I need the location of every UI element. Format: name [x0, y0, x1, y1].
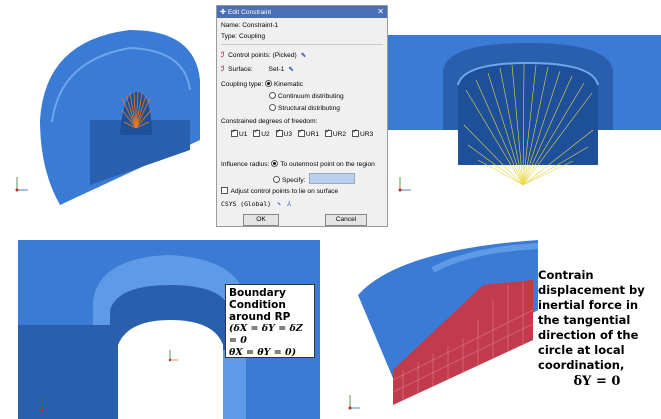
- name-label: Name:: [221, 22, 241, 29]
- model-render-1: [15, 30, 200, 205]
- divider: [221, 44, 383, 45]
- radio-continuum[interactable]: [269, 92, 276, 99]
- adjust-label: Adjust control points to lie on surface: [230, 188, 339, 195]
- coupling-type-label: Coupling type:: [221, 81, 264, 88]
- tangential-constraint-note: Contrain displacement by inertial force …: [538, 268, 656, 416]
- dof-checkbox-row: U1 U2 U3 UR1 UR2 UR3: [231, 128, 377, 138]
- adjust-row: Adjust control points to lie on surface: [221, 187, 338, 195]
- flange-body: [40, 30, 200, 205]
- cut-face: [18, 325, 118, 419]
- abaqus-app-icon: ✚: [220, 9, 226, 16]
- dialog-title: Edit Constraint: [227, 8, 272, 16]
- control-points-value: (Picked): [272, 52, 297, 59]
- surface-row: ℐ Surface: Set-1 ⬉: [221, 65, 294, 73]
- checkbox-u3[interactable]: [275, 128, 283, 137]
- viewport-top-left: [0, 0, 215, 215]
- specify-radius-input[interactable]: [309, 173, 356, 184]
- checkbox-adjust[interactable]: [221, 187, 228, 194]
- model-render-2: [388, 35, 661, 192]
- dof-u1-label: U1: [239, 131, 248, 138]
- control-points-row: ℐ Control points: (Picked) ⬉: [221, 51, 306, 59]
- coupling-structural-row: Structural distributing: [269, 104, 340, 112]
- checkbox-ur1[interactable]: [297, 128, 305, 137]
- radio-continuum-label: Continuum distributing: [278, 93, 344, 100]
- note-line-2: displacement by: [538, 283, 645, 297]
- bc-line-3: around RP: [229, 311, 291, 323]
- dof-u3-label: U3: [283, 131, 292, 138]
- type-row: Type: Coupling: [221, 33, 265, 40]
- radio-specify-label: Specify:: [282, 177, 306, 184]
- bc-line-1: Boundary: [229, 287, 286, 299]
- checkbox-ur2[interactable]: [324, 128, 332, 137]
- control-points-icon: ℐ: [221, 52, 225, 59]
- checkbox-ur3[interactable]: [351, 128, 359, 137]
- viewport-top-right: [388, 35, 661, 200]
- surface-label: Surface:: [228, 66, 253, 73]
- note-line-4: the tangential: [538, 313, 631, 327]
- name-row: Name: Constraint-1: [221, 22, 278, 29]
- model-render-4: [348, 240, 538, 419]
- coupling-continuum-row: Continuum distributing: [269, 92, 344, 100]
- type-value: Coupling: [238, 33, 266, 40]
- csys-label: CSYS (Global): [221, 200, 272, 208]
- surface-value: Set-1: [268, 66, 285, 73]
- radio-structural-label: Structural distributing: [278, 105, 340, 112]
- radio-kinematic-label: Kinematic: [274, 81, 303, 88]
- influence-radius-row: Influence radius: To outermost point on …: [221, 160, 375, 168]
- triad-1: [15, 177, 28, 192]
- close-icon[interactable]: ✕: [377, 7, 384, 16]
- checkbox-u1[interactable]: [231, 128, 238, 137]
- dof-ur3-label: UR3: [359, 131, 374, 138]
- bore: [458, 63, 598, 165]
- note-line-7: coordination,: [538, 358, 625, 372]
- dof-ur2-label: UR2: [332, 131, 347, 138]
- dof-label: Constrained degrees of freedom:: [221, 118, 318, 125]
- radio-specify[interactable]: [273, 176, 280, 183]
- type-label: Type:: [221, 33, 238, 40]
- checkbox-u2[interactable]: [253, 128, 261, 137]
- edit-selection-arrow-icon[interactable]: ⬉: [301, 52, 307, 59]
- cancel-button[interactable]: Cancel: [325, 214, 367, 226]
- radio-outermost[interactable]: [271, 160, 279, 167]
- edit-constraint-dialog: ✚ Edit Constraint ✕ Name: Constraint-1 T…: [216, 5, 388, 227]
- coupling-type-row: Coupling type: Kinematic: [221, 80, 303, 88]
- name-value: Constraint-1: [242, 22, 279, 29]
- radio-kinematic[interactable]: [265, 80, 272, 87]
- radio-outermost-label: To outermost point on the region: [280, 161, 375, 168]
- csys-create-icon[interactable]: ⅄: [287, 200, 291, 208]
- dof-ur1-label: UR1: [305, 131, 320, 138]
- note-line-1: Contrain: [538, 268, 594, 282]
- influence-specify-row: Specify:: [273, 173, 356, 184]
- bc-eq-2: θX = θY = 0): [229, 347, 297, 358]
- note-equation: δY = 0: [573, 374, 621, 389]
- ok-button[interactable]: OK: [243, 214, 279, 226]
- boundary-condition-annotation: Boundary Condition around RP (δX = δY = …: [225, 284, 315, 358]
- dialog-titlebar[interactable]: ✚ Edit Constraint ✕: [217, 6, 387, 18]
- bc-eq-1: (δX = δY = δZ = 0: [229, 323, 303, 346]
- dof-u2-label: U2: [261, 131, 270, 138]
- influence-label: Influence radius:: [221, 161, 270, 168]
- surface-icon: ℐ: [221, 66, 225, 73]
- note-line-3: inertial force in: [538, 298, 639, 312]
- viewport-bottom-right: [338, 240, 538, 419]
- radio-structural[interactable]: [269, 104, 276, 111]
- csys-row: CSYS (Global) ⬉ ⅄: [221, 200, 291, 208]
- bc-line-2: Condition: [229, 299, 286, 311]
- note-line-5: direction of the: [538, 328, 639, 342]
- triad-2: [398, 177, 411, 192]
- csys-select-arrow-icon[interactable]: ⬉: [277, 200, 281, 208]
- note-line-6: circle at local: [538, 343, 625, 357]
- control-points-label: Control points:: [228, 52, 271, 59]
- bore-opening: [118, 320, 223, 419]
- edit-surface-arrow-icon[interactable]: ⬉: [288, 66, 294, 73]
